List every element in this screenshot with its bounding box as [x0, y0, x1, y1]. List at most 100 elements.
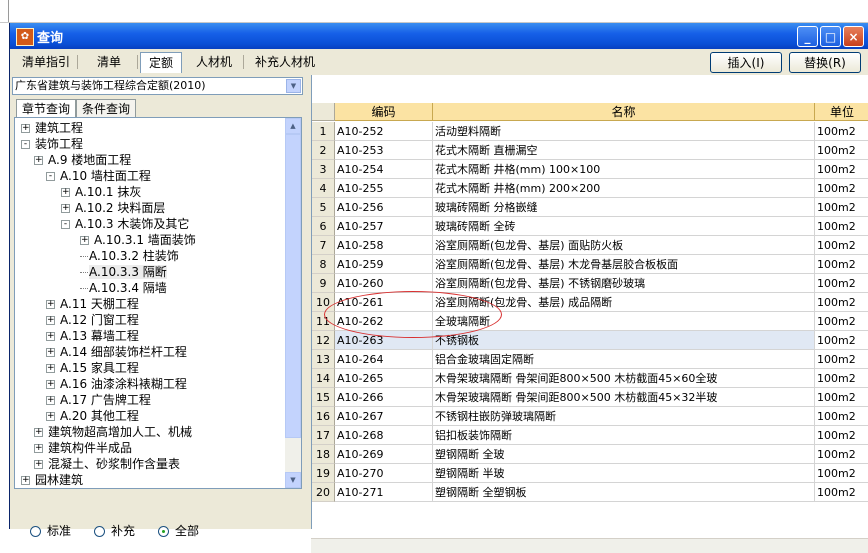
cell-code[interactable]: A10-257 — [335, 217, 433, 236]
expand-icon[interactable]: + — [46, 332, 55, 341]
cell-unit[interactable]: 100m2 — [815, 122, 868, 141]
cell-code[interactable]: A10-253 — [335, 141, 433, 160]
cell-unit[interactable]: 100m2 — [815, 464, 868, 483]
row-number[interactable]: 11 — [312, 312, 335, 331]
collapse-icon[interactable]: - — [46, 172, 55, 181]
tree-node[interactable]: + A.16 油漆涂料裱糊工程 — [46, 376, 187, 392]
row-number[interactable]: 8 — [312, 255, 335, 274]
cell-name[interactable]: 浴室厕隔断(包龙骨、基层) 不锈钢磨砂玻璃 — [433, 274, 815, 293]
cell-code[interactable]: A10-269 — [335, 445, 433, 464]
expand-icon[interactable]: + — [61, 188, 70, 197]
tree-node[interactable]: A.10.3.4 隔墙 — [80, 280, 167, 296]
cell-name[interactable]: 玻璃砖隔断 分格嵌缝 — [433, 198, 815, 217]
cell-name[interactable]: 铝扣板装饰隔断 — [433, 426, 815, 445]
cell-code[interactable]: A10-254 — [335, 160, 433, 179]
cell-code[interactable]: A10-267 — [335, 407, 433, 426]
tree-node[interactable]: + A.10.2 块料面层 — [61, 200, 165, 216]
cell-name[interactable]: 塑钢隔断 半玻 — [433, 464, 815, 483]
cell-code[interactable]: A10-255 — [335, 179, 433, 198]
radio-standard[interactable]: 标准 — [30, 522, 71, 539]
cell-unit[interactable]: 100m2 — [815, 141, 868, 160]
row-number[interactable]: 18 — [312, 445, 335, 464]
cell-unit[interactable]: 100m2 — [815, 331, 868, 350]
cell-unit[interactable]: 100m2 — [815, 388, 868, 407]
cell-code[interactable]: A10-261 — [335, 293, 433, 312]
expand-icon[interactable]: + — [21, 476, 30, 485]
cell-unit[interactable]: 100m2 — [815, 274, 868, 293]
row-number[interactable]: 16 — [312, 407, 335, 426]
row-number[interactable]: 9 — [312, 274, 335, 293]
expand-icon[interactable]: + — [34, 460, 43, 469]
cell-name[interactable]: 铝合金玻璃固定隔断 — [433, 350, 815, 369]
expand-icon[interactable]: + — [46, 300, 55, 309]
row-number[interactable]: 3 — [312, 160, 335, 179]
cell-name[interactable]: 塑钢隔断 全玻 — [433, 445, 815, 464]
cell-unit[interactable]: 100m2 — [815, 483, 868, 502]
cell-name[interactable]: 塑钢隔断 全塑钢板 — [433, 483, 815, 502]
tab-condition-query[interactable]: 条件查询 — [76, 99, 136, 118]
row-number[interactable]: 7 — [312, 236, 335, 255]
cell-name[interactable]: 不锈钢柱嵌防弹玻璃隔断 — [433, 407, 815, 426]
cell-unit[interactable]: 100m2 — [815, 236, 868, 255]
cell-code[interactable]: A10-263 — [335, 331, 433, 350]
row-number[interactable]: 5 — [312, 198, 335, 217]
expand-icon[interactable]: + — [61, 204, 70, 213]
tree-node[interactable]: + A.10.3.1 墙面装饰 — [80, 232, 196, 248]
row-number[interactable]: 6 — [312, 217, 335, 236]
row-number[interactable]: 14 — [312, 369, 335, 388]
collapse-icon[interactable]: - — [21, 140, 30, 149]
tree-node[interactable]: A.10.3.3 隔断 — [80, 264, 167, 280]
maximize-button[interactable]: □ — [820, 26, 841, 47]
cell-code[interactable]: A10-252 — [335, 122, 433, 141]
cell-unit[interactable]: 100m2 — [815, 255, 868, 274]
cell-code[interactable]: A10-271 — [335, 483, 433, 502]
tree-node[interactable]: - A.10 墙柱面工程 — [46, 168, 151, 184]
tree-node[interactable]: A.10.3.2 柱装饰 — [80, 248, 179, 264]
row-number[interactable]: 4 — [312, 179, 335, 198]
scroll-thumb[interactable] — [285, 134, 301, 438]
tree-node[interactable]: + A.14 细部装饰栏杆工程 — [46, 344, 187, 360]
expand-icon[interactable]: + — [34, 444, 43, 453]
tab-bill-guide[interactable]: 清单指引 — [14, 52, 78, 72]
row-number[interactable]: 12 — [312, 331, 335, 350]
cell-unit[interactable]: 100m2 — [815, 407, 868, 426]
cell-unit[interactable]: 100m2 — [815, 198, 868, 217]
row-number[interactable]: 19 — [312, 464, 335, 483]
title-bar[interactable]: ✿ 查询 _ □ × — [10, 23, 868, 49]
radio-all[interactable]: 全部 — [158, 522, 199, 539]
tab-supplementary-lmm[interactable]: 补充人材机 — [248, 52, 322, 72]
tree-node[interactable]: + 混凝土、砂浆制作含量表 — [34, 456, 180, 472]
expand-icon[interactable]: + — [80, 236, 89, 245]
row-number[interactable]: 10 — [312, 293, 335, 312]
cell-unit[interactable]: 100m2 — [815, 445, 868, 464]
cell-name[interactable]: 木骨架玻璃隔断 骨架间距800×500 木枋截面45×60全玻 — [433, 369, 815, 388]
cell-name[interactable]: 玻璃砖隔断 全砖 — [433, 217, 815, 236]
column-header-unit[interactable]: 单位 — [815, 103, 868, 121]
insert-button[interactable]: 插入(I) — [710, 52, 782, 73]
cell-code[interactable]: A10-262 — [335, 312, 433, 331]
cell-unit[interactable]: 100m2 — [815, 312, 868, 331]
row-number[interactable]: 20 — [312, 483, 335, 502]
tree-node[interactable]: - A.10.3 木装饰及其它 — [61, 216, 189, 232]
tree-node[interactable]: - 装饰工程 — [21, 136, 83, 152]
tree-node[interactable]: + A.10.1 抹灰 — [61, 184, 141, 200]
row-number[interactable]: 1 — [312, 122, 335, 141]
table-horizontal-scrollbar[interactable] — [311, 538, 868, 553]
column-header-code[interactable]: 编码 — [335, 103, 433, 121]
row-number[interactable]: 15 — [312, 388, 335, 407]
cell-name[interactable]: 浴室厕隔断(包龙骨、基层) 面贴防火板 — [433, 236, 815, 255]
tab-bill[interactable]: 清单 — [80, 52, 138, 72]
cell-code[interactable]: A10-259 — [335, 255, 433, 274]
quota-library-select[interactable]: 广东省建筑与装饰工程综合定额(2010) ▼ — [12, 77, 303, 95]
row-number[interactable]: 2 — [312, 141, 335, 160]
expand-icon[interactable]: + — [46, 412, 55, 421]
tree-node[interactable]: + A.17 广告牌工程 — [46, 392, 151, 408]
radio-supplement[interactable]: 补充 — [94, 522, 135, 539]
cell-unit[interactable]: 100m2 — [815, 217, 868, 236]
cell-unit[interactable]: 100m2 — [815, 293, 868, 312]
cell-unit[interactable]: 100m2 — [815, 426, 868, 445]
chevron-down-icon[interactable]: ▼ — [286, 79, 301, 93]
cell-name[interactable]: 花式木隔断 直栅漏空 — [433, 141, 815, 160]
tree-node[interactable]: + 园林建筑 — [21, 472, 83, 488]
tree-node[interactable]: + 建筑构件半成品 — [34, 440, 132, 456]
